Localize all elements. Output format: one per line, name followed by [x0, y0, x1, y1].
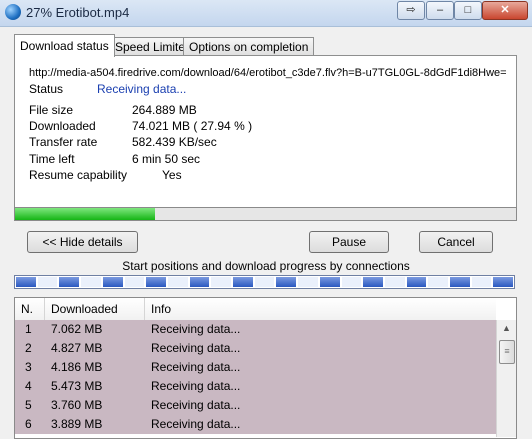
list-item[interactable]: 2 4.827 MB Receiving data...	[15, 339, 496, 358]
connection-segment	[428, 277, 449, 287]
connection-segment	[493, 277, 514, 287]
connection-segment	[211, 277, 232, 287]
connection-number: 3	[25, 360, 32, 374]
connection-segment	[102, 277, 123, 287]
download-url: http://media-a504.firedrive.com/download…	[29, 67, 507, 79]
connection-number: 2	[25, 341, 32, 355]
connection-segment	[450, 277, 470, 287]
connection-segment	[146, 277, 166, 287]
connection-info: Receiving data...	[151, 360, 241, 374]
file-size-value: 264.889 MB	[132, 103, 197, 117]
time-left-label: Time left	[29, 152, 75, 166]
column-header-downloaded[interactable]: Downloaded	[45, 298, 145, 320]
downloaded-label: Downloaded	[29, 119, 96, 133]
connection-segment	[254, 277, 275, 287]
connection-segment	[276, 277, 297, 287]
connection-number: 4	[25, 379, 32, 393]
list-item[interactable]: 1 7.062 MB Receiving data...	[15, 320, 496, 339]
title-bar: 27% Erotibot.mp4 ⇨ – □ ✕	[0, 0, 532, 27]
scroll-thumb[interactable]: ≡	[499, 340, 515, 364]
cancel-button[interactable]: Cancel	[419, 231, 493, 253]
connection-segment	[16, 277, 36, 287]
download-progress-fill	[15, 208, 155, 220]
downloaded-value: 74.021 MB ( 27.94 % )	[132, 119, 253, 133]
extra-window-button[interactable]: ⇨	[397, 1, 425, 20]
connection-segment	[319, 277, 340, 287]
maximize-button[interactable]: □	[454, 1, 482, 20]
list-item[interactable]: 6 3.889 MB Receiving data...	[15, 415, 496, 434]
connection-downloaded: 3.889 MB	[51, 417, 103, 431]
connection-segment	[124, 277, 145, 287]
connection-downloaded: 4.186 MB	[51, 360, 103, 374]
connection-info: Receiving data...	[151, 322, 241, 336]
connection-segment	[167, 277, 188, 287]
pause-button[interactable]: Pause	[309, 231, 389, 253]
connection-segment	[233, 277, 253, 287]
connection-segment	[81, 277, 101, 287]
connection-info: Receiving data...	[151, 341, 241, 355]
list-item[interactable]: 3 4.186 MB Receiving data...	[15, 358, 496, 377]
connection-info: Receiving data...	[151, 398, 241, 412]
transfer-rate-value: 582.439 KB/sec	[132, 135, 217, 149]
resume-capability-value: Yes	[162, 168, 182, 182]
close-button[interactable]: ✕	[482, 1, 528, 20]
connection-segment	[189, 277, 210, 287]
connection-segment	[341, 277, 362, 287]
connection-downloaded: 5.473 MB	[51, 379, 103, 393]
dialog-body: Download status Speed Limiter Options on…	[0, 27, 532, 439]
connection-segment	[363, 277, 383, 287]
resume-capability-label: Resume capability	[29, 168, 128, 182]
time-left-value: 6 min 50 sec	[132, 152, 201, 166]
transfer-rate-label: Transfer rate	[29, 135, 98, 149]
connection-number: 5	[25, 398, 32, 412]
list-scrollbar[interactable]: ▲ ≡	[496, 320, 516, 437]
connection-segment	[384, 277, 405, 287]
window-title: 27% Erotibot.mp4	[26, 5, 130, 20]
connection-number: 6	[25, 417, 32, 431]
connection-downloaded: 3.760 MB	[51, 398, 103, 412]
status-value: Receiving data...	[97, 82, 187, 96]
connections-caption: Start positions and download progress by…	[122, 259, 410, 273]
column-header-number[interactable]: N.	[15, 298, 45, 320]
connection-info: Receiving data...	[151, 417, 241, 431]
scroll-up-arrow-icon[interactable]: ▲	[497, 320, 516, 337]
status-label: Status	[29, 82, 64, 96]
connection-downloaded: 7.062 MB	[51, 322, 103, 336]
connections-progress-bar	[14, 275, 515, 289]
connections-list: N. Downloaded Info 1 7.062 MB Receiving …	[14, 297, 517, 439]
connection-segment	[59, 277, 80, 287]
download-status-panel: http://media-a504.firedrive.com/download…	[14, 55, 517, 217]
download-progress-bar	[14, 207, 517, 221]
file-size-label: File size	[29, 103, 74, 117]
connection-downloaded: 4.827 MB	[51, 341, 103, 355]
list-item[interactable]: 5 3.760 MB Receiving data...	[15, 396, 496, 415]
connection-segment	[37, 277, 58, 287]
connection-info: Receiving data...	[151, 379, 241, 393]
tab-options-on-completion[interactable]: Options on completion	[183, 37, 315, 56]
column-header-info[interactable]: Info	[145, 298, 496, 320]
connection-segment	[298, 277, 318, 287]
connection-number: 1	[25, 322, 32, 336]
connection-segment	[471, 277, 492, 287]
list-item[interactable]: 4 5.473 MB Receiving data...	[15, 377, 496, 396]
download-globe-icon	[5, 4, 21, 20]
minimize-button[interactable]: –	[426, 1, 454, 20]
tab-download-status[interactable]: Download status	[14, 34, 115, 57]
connections-rows: 1 7.062 MB Receiving data... 2 4.827 MB …	[15, 320, 496, 434]
connection-segment	[406, 277, 427, 287]
hide-details-button[interactable]: << Hide details	[27, 231, 138, 253]
